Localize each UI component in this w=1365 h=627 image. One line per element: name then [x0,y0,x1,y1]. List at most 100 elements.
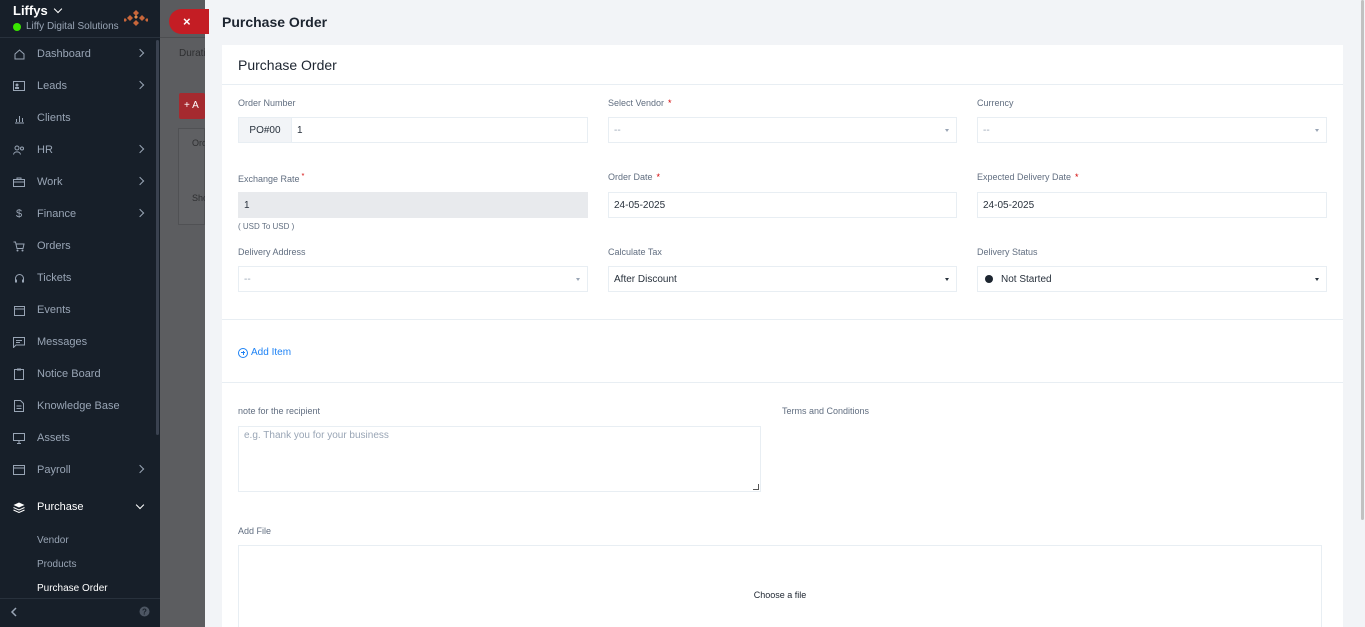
caret-down-icon [945,278,949,281]
sidebar-item-purchase[interactable]: Purchase [0,486,160,528]
dollar-icon: $ [15,208,23,220]
exchange-rate-help: ( USD To USD ) [238,222,295,231]
chevron-right-icon [135,208,145,218]
sidebar-subitem-vendor[interactable]: Vendor [0,528,160,552]
delivery-status-select[interactable]: Not Started [977,266,1327,292]
add-item-button[interactable]: Add Item [238,347,291,358]
chevron-right-icon [135,464,145,474]
vendor-select-value: -- [614,124,621,136]
sidebar-item-label: Payroll [37,464,71,476]
sidebar-item-label: Clients [37,112,71,124]
company-logo-icon [124,10,148,26]
order-number-value: 1 [297,124,303,136]
calendar-icon [13,304,25,316]
expected-delivery-date-value: 24-05-2025 [983,199,1035,211]
scrollbar-thumb[interactable] [1361,0,1364,520]
note-textarea[interactable]: e.g. Thank you for your business [238,426,761,492]
document-icon [13,400,25,412]
delivery-address-value: -- [244,273,251,285]
note-placeholder: e.g. Thank you for your business [244,430,389,441]
currency-select-value: -- [983,124,990,136]
caret-down-icon [576,278,580,281]
sidebar-header[interactable]: Liffys Liffy Digital Solutions [0,0,160,38]
sidebar-item-label: Orders [37,240,71,252]
delivery-address-select[interactable]: -- [238,266,588,292]
layers-icon [13,501,25,513]
vendor-select[interactable]: -- [608,117,957,143]
sidebar-item-label: Finance [37,208,77,220]
purchase-order-panel: Purchase Order Purchase Order Order Numb… [205,0,1365,627]
file-dropzone[interactable]: Choose a file [238,545,1322,627]
select-vendor-label: Select Vendor * [608,98,672,108]
resize-handle-icon[interactable] [753,484,759,490]
cart-icon [13,240,25,252]
people-icon [13,144,25,156]
currency-label: Currency [977,98,1014,108]
sidebar-item-label: Tickets [37,272,72,284]
currency-select[interactable]: -- [977,117,1327,143]
exchange-rate-value: 1 [244,199,250,211]
sidebar-item-leads[interactable]: Leads [0,70,160,102]
sidebar-item-label: Messages [37,336,88,348]
sidebar-item-payroll[interactable]: Payroll [0,454,160,486]
chevron-down-icon [53,4,62,14]
sidebar-subitem-purchase-order[interactable]: Purchase Order [0,576,160,600]
expected-delivery-date-field[interactable]: 24-05-2025 [977,192,1327,218]
sidebar-item-notice-board[interactable]: Notice Board [0,358,160,390]
sidebar-item-label: Leads [37,80,67,92]
status-dot-icon [985,275,993,283]
exchange-rate-label: Exchange Rate * [238,171,305,184]
sidebar-item-tickets[interactable]: Tickets [0,262,160,294]
background-add-button: + A [179,93,205,119]
terms-label: Terms and Conditions [782,406,870,416]
sidebar-item-label: Notice Board [37,368,101,380]
order-number-prefix: PO#00 [239,118,292,142]
sidebar-subitem-products[interactable]: Products [0,552,160,576]
sidebar-item-events[interactable]: Events [0,294,160,326]
collapse-sidebar-icon[interactable] [10,606,18,620]
sidebar-menu: Dashboard Leads Clients HR Work $ Financ… [0,38,160,600]
close-panel-button[interactable]: × [169,9,209,34]
plus-circle-icon [238,347,248,358]
sidebar-scrollbar[interactable] [156,40,159,435]
calculate-tax-label: Calculate Tax [608,247,662,257]
sidebar-item-hr[interactable]: HR [0,134,160,166]
order-number-field[interactable]: PO#00 1 [238,117,588,143]
section-divider [222,382,1343,383]
order-date-field[interactable]: 24-05-2025 [608,192,957,218]
briefcase-icon [13,176,25,188]
order-date-value: 24-05-2025 [614,199,666,211]
add-item-label: Add Item [251,347,292,358]
sidebar-item-label: Purchase [37,501,84,513]
panel-scrollbar[interactable] [1360,0,1365,627]
sidebar-item-finance[interactable]: $ Finance [0,198,160,230]
chevron-right-icon [135,176,145,186]
svg-text:?: ? [142,608,147,617]
sidebar-item-work[interactable]: Work [0,166,160,198]
sidebar-item-orders[interactable]: Orders [0,230,160,262]
sidebar: Liffys Liffy Digital Solutions Dashboard [0,0,160,627]
company-name: Liffys [13,3,48,18]
form-title: Purchase Order [222,45,1343,85]
caret-down-icon [945,129,949,132]
sidebar-item-label: Events [37,304,71,316]
add-file-label: Add File [238,526,272,536]
sidebar-item-dashboard[interactable]: Dashboard [0,38,160,70]
expected-delivery-date-label: Expected Delivery Date * [977,172,1079,182]
exchange-rate-field: 1 [238,192,588,218]
calculate-tax-select[interactable]: After Discount [608,266,957,292]
online-status-icon [13,22,21,31]
section-divider [222,319,1343,320]
sidebar-item-label: Assets [37,432,71,444]
wallet-icon [13,464,25,476]
choose-file-label: Choose a file [753,590,807,600]
chevron-right-icon [135,144,145,154]
sidebar-item-label: Dashboard [37,48,91,60]
chevron-down-icon [135,500,145,510]
sidebar-item-clients[interactable]: Clients [0,102,160,134]
help-icon[interactable]: ? [139,606,150,620]
sidebar-item-messages[interactable]: Messages [0,326,160,358]
sidebar-item-knowledge-base[interactable]: Knowledge Base [0,390,160,422]
sidebar-item-assets[interactable]: Assets [0,422,160,454]
id-card-icon [13,80,25,92]
